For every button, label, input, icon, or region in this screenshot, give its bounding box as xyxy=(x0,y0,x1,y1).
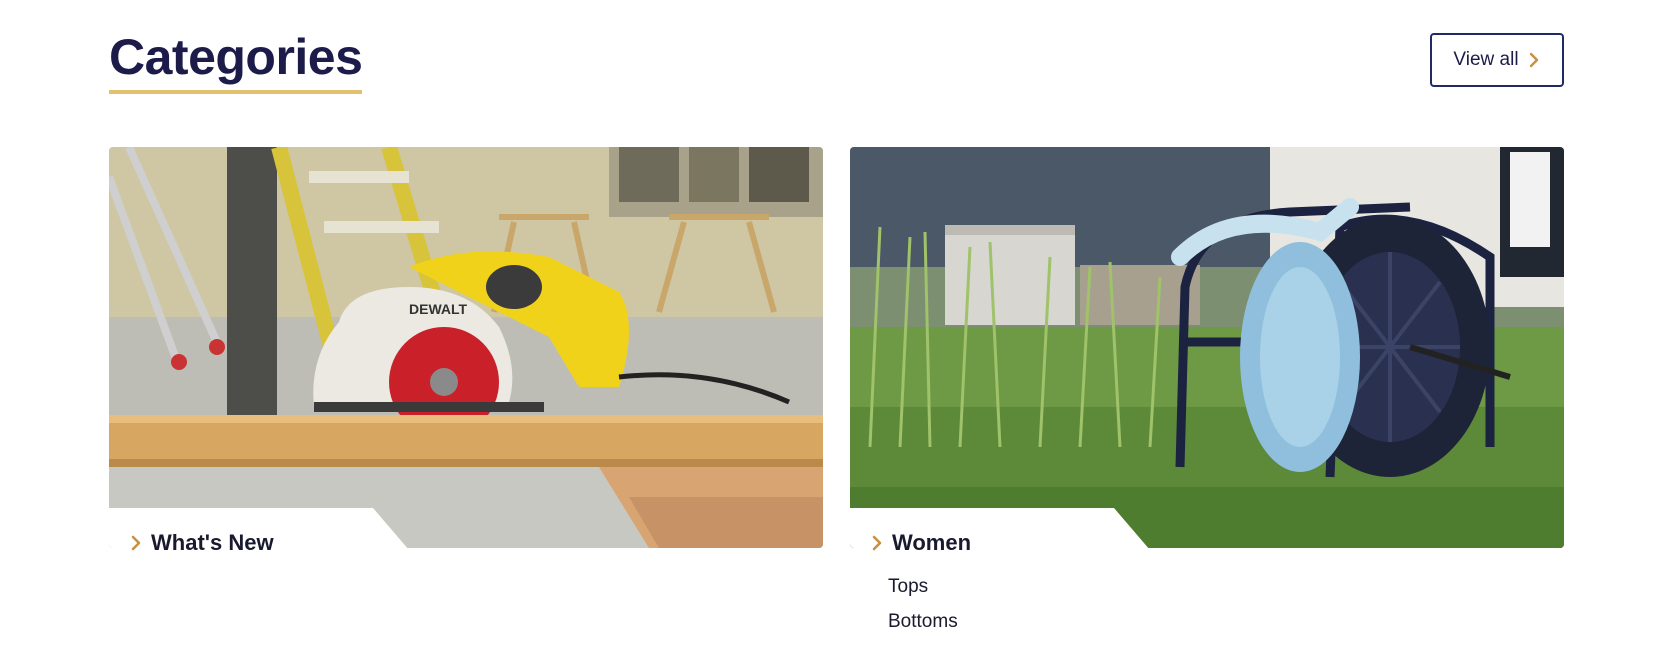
svg-text:DEWALT: DEWALT xyxy=(409,301,468,317)
category-name: Women xyxy=(892,530,972,555)
view-all-label: View all xyxy=(1453,49,1519,70)
subcategory-list: Tops Bottoms xyxy=(888,569,958,639)
subcategory-link-bottoms[interactable]: Bottoms xyxy=(888,604,958,639)
categories-header: Categories View all xyxy=(109,28,1564,96)
circular-saw-image[interactable]: DEWALT xyxy=(109,147,823,548)
section-title: Categories xyxy=(109,32,363,94)
category-name: What's New xyxy=(151,530,274,555)
chevron-right-icon xyxy=(131,535,141,551)
category-link-women[interactable]: Women xyxy=(870,530,971,556)
chevron-right-icon xyxy=(1529,52,1538,68)
category-card-whats-new[interactable]: DEWALT What's New xyxy=(109,147,823,555)
category-link-whats-new[interactable]: What's New xyxy=(129,530,274,556)
category-card-women[interactable]: Women Tops Bottoms xyxy=(850,147,1564,632)
hose-reel-image[interactable] xyxy=(850,147,1564,548)
view-all-button[interactable]: View all xyxy=(1430,33,1564,87)
chevron-right-icon xyxy=(872,535,882,551)
subcategory-link-tops[interactable]: Tops xyxy=(888,569,958,604)
